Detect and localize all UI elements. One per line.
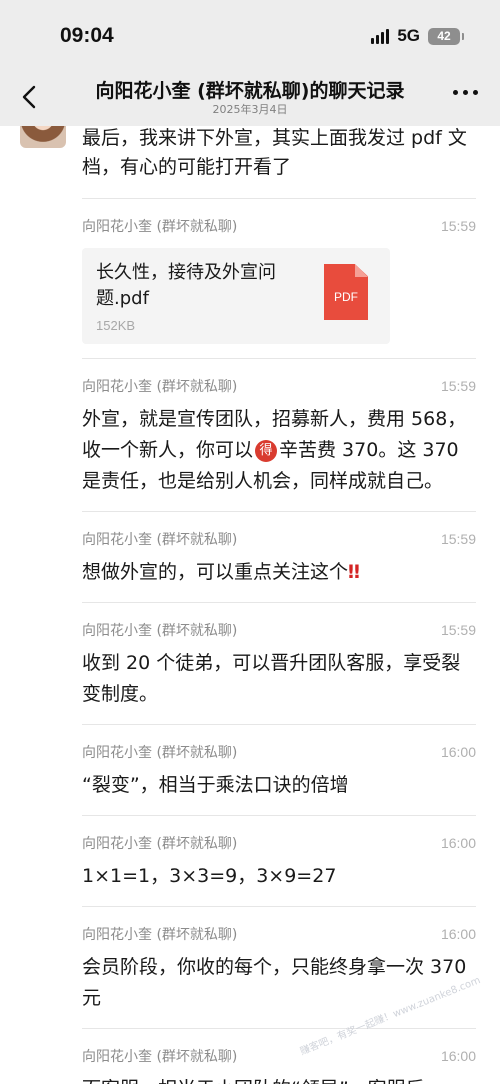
status-bar: 09:04 5G 42 [0,0,500,70]
message-time: 15:59 [440,378,476,394]
message-list[interactable]: 最后，我来讲下外宣，其实上面我发过 pdf 文档，有心的可能打开看了 向阳花小奎… [0,126,500,1084]
divider [82,906,476,907]
message-text: “裂变”，相当于乘法口诀的倍增 [82,774,349,796]
message-item: 向阳花小奎 (群坏就私聊) 16:00 会员阶段，你收的每个，只能终身拿一次 3… [0,906,500,1028]
sender-name: 向阳花小奎 (群坏就私聊) [82,1049,238,1065]
message-time: 16:00 [440,926,476,942]
message-item: 向阳花小奎 (群坏就私聊) 16:00 而客服，相当于小团队的“领导”，客服后 [0,1028,500,1084]
divider [82,602,476,603]
status-time: 09:04 [60,24,114,47]
double-exclamation-icon: ‼ [348,561,360,583]
more-dots-icon [453,90,458,95]
message-time: 16:00 [440,744,476,760]
message-item: 向阳花小奎 (群坏就私聊) 15:59 收到 20 个徒弟，可以晋升团队客服，享… [0,602,500,724]
message-text: 外宣，就是宣传团队，招募新人，费用 568，收一个新人，你可以得辛苦费 370。… [82,408,467,492]
pdf-fold [355,264,368,277]
file-size: 152KB [96,318,136,333]
sender-name: 向阳花小奎 (群坏就私聊) [82,623,238,639]
divider [82,724,476,725]
signal-icon [371,28,390,44]
message-text: 想做外宣的，可以重点关注这个‼ [82,561,360,583]
message-time: 16:00 [440,835,476,851]
network-label: 5G [397,26,420,45]
avatar[interactable] [20,126,66,148]
message-text: 收到 20 个徒弟，可以晋升团队客服，享受裂变制度。 [82,652,461,705]
file-name: 长久性，接待及外宣问题.pdf [96,262,276,309]
divider [82,815,476,816]
navigation-bar: 向阳花小奎 (群坏就私聊)的聊天记录 2025年3月4日 [0,70,500,126]
message-text: 而客服，相当于小团队的“领导”，客服后 [82,1074,476,1084]
message-item: 向阳花小奎 (群坏就私聊) 16:00 1×1=1，3×3=9，3×9=27 [0,815,500,906]
chat-date: 2025年3月4日 [212,103,288,116]
message-item: 最后，我来讲下外宣，其实上面我发过 pdf 文档，有心的可能打开看了 [0,126,500,198]
message-item: 向阳花小奎 (群坏就私聊) 15:59 外宣，就是宣传团队，招募新人，费用 56… [0,358,500,511]
divider [82,511,476,512]
message-time: 15:59 [440,218,476,234]
divider [82,358,476,359]
more-button[interactable] [453,90,478,95]
message-text: 1×1=1，3×3=9，3×9=27 [82,865,337,887]
divider [82,1028,476,1029]
message-item: 向阳花小奎 (群坏就私聊) 16:00 “裂变”，相当于乘法口诀的倍增 [0,724,500,815]
file-attachment[interactable]: 长久性，接待及外宣问题.pdf 152KB PDF [82,248,390,344]
sender-name: 向阳花小奎 (群坏就私聊) [82,532,238,548]
message-time: 15:59 [440,531,476,547]
sender-name: 向阳花小奎 (群坏就私聊) [82,745,238,761]
de-emoji-icon: 得 [255,440,278,462]
sender-name: 向阳花小奎 (群坏就私聊) [82,836,238,852]
message-text: 最后，我来讲下外宣，其实上面我发过 pdf 文档，有心的可能打开看了 [82,127,467,178]
sender-name: 向阳花小奎 (群坏就私聊) [82,219,238,235]
battery-icon: 42 [428,27,464,45]
message-time: 16:00 [440,1048,476,1064]
message-item: 向阳花小奎 (群坏就私聊) 15:59 想做外宣的，可以重点关注这个‼ [0,511,500,602]
sender-name: 向阳花小奎 (群坏就私聊) [82,379,238,395]
chat-title: 向阳花小奎 (群坏就私聊)的聊天记录 [95,80,405,102]
status-indicators: 5G 42 [371,26,464,46]
divider [82,198,476,199]
sender-name: 向阳花小奎 (群坏就私聊) [82,927,238,943]
message-item: 向阳花小奎 (群坏就私聊) 15:59 长久性，接待及外宣问题.pdf 152K… [0,198,500,358]
message-time: 15:59 [440,622,476,638]
